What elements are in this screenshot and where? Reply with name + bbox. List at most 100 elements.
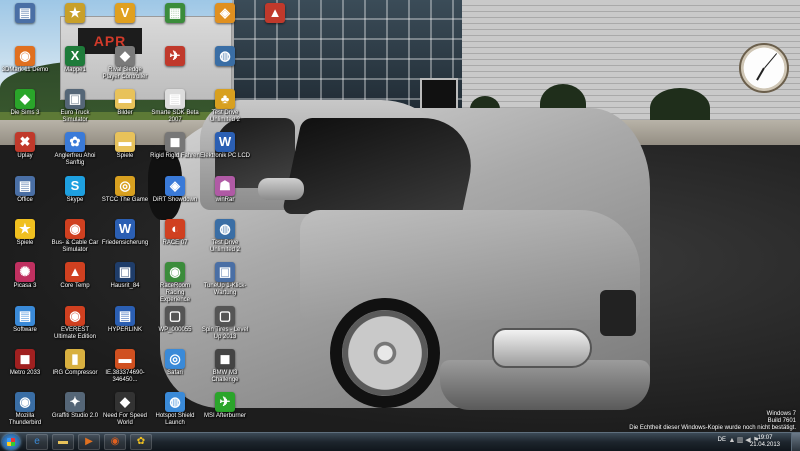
desktop-icon[interactable]: X Mappe1 — [50, 46, 100, 74]
desktop-icon[interactable]: ▣ TuneUp 1-Klick-Wartung — [200, 262, 250, 297]
network-icon[interactable]: ▥ — [736, 437, 744, 445]
desktop-icon[interactable]: ★ — [50, 3, 100, 24]
desktop-icon[interactable]: ▲ Core Temp — [50, 262, 100, 290]
taskbar-firefox-button[interactable]: ◉ — [104, 434, 126, 450]
taskbar: e ▬ ▶ ◉ ✿ DE ▲ ▥ ◀ ⚑ 19:07 21.04.2013 — [0, 432, 800, 451]
desktop-icon[interactable]: ◉ EVEREST Ultimate Edition — [50, 306, 100, 341]
desktop-icon[interactable]: ♣ Test Drive Unlimited 2 — [200, 89, 250, 124]
app-icon: ▬ — [115, 349, 135, 369]
app-icon: W — [215, 132, 235, 152]
desktop-icon[interactable]: ▲ — [250, 3, 300, 24]
desktop-icon[interactable]: ✦ Graffiti Studio 2.0 — [50, 392, 100, 420]
desktop-icon[interactable]: ★ Spiele — [0, 219, 50, 247]
desktop-icon[interactable]: ▤ Smarte SDK Beta 2007 — [150, 89, 200, 124]
desktop-icon[interactable]: ◆ Die Sims 3 — [0, 89, 50, 117]
desktop-icon[interactable]: ◼ BMW M3 Challenge — [200, 349, 250, 384]
desktop-icon-label: Bilder — [117, 110, 133, 116]
desktop-icon[interactable]: ◆ Rival Sledge Player Controller — [100, 46, 150, 81]
desktop-icon[interactable]: ▦ — [150, 3, 200, 24]
app-icon: ◉ — [15, 46, 35, 66]
desktop-icon[interactable]: ◍ Hotspot Shield Launch — [150, 392, 200, 427]
media-player-icon: ▶ — [85, 436, 93, 447]
desktop-icon[interactable]: ◎ STCC The Game — [100, 176, 150, 204]
show-desktop-button[interactable] — [791, 433, 800, 451]
desktop-icon[interactable]: W Friedensicherung — [100, 219, 150, 247]
desktop-icon[interactable]: ◆ Need For Speed World — [100, 392, 150, 427]
desktop-icon[interactable]: ◈ DiRT Showdown — [150, 176, 200, 204]
app-icon: ✿ — [65, 132, 85, 152]
desktop-icon[interactable]: ▬ Spiele — [100, 132, 150, 160]
desktop-icon[interactable]: ◎ Safari — [150, 349, 200, 377]
desktop-icon[interactable]: ▤ HYPERLINK — [100, 306, 150, 334]
desktop-icon-label: TuneUp 1-Klick-Wartung — [203, 283, 247, 296]
app-icon: ◉ — [65, 219, 85, 239]
desktop-icon[interactable]: ▤ Software — [0, 306, 50, 334]
tray-arrow-icon[interactable]: ▲ — [728, 437, 736, 445]
clock-display[interactable]: 19:07 21.04.2013 — [750, 435, 780, 449]
desktop-icon[interactable]: ◐ RACE 07 — [150, 219, 200, 247]
desktop-icon[interactable]: ▣ Euro Truck Simulator — [50, 89, 100, 124]
desktop-icon-label: Elektronik PC LCD — [200, 153, 251, 159]
desktop-icon[interactable]: ✖ Uplay — [0, 132, 50, 160]
app-icon: ◉ — [15, 392, 35, 412]
app-icon: ▦ — [165, 3, 185, 23]
taskbar-time: 19:07 — [757, 435, 773, 441]
desktop-icon[interactable]: S Skype — [50, 176, 100, 204]
desktop-icon-label: RaceRoom Racing Experience — [159, 283, 191, 303]
desktop-icon[interactable]: ✺ Picasa 3 — [0, 262, 50, 290]
desktop-icon[interactable]: ▤ — [0, 3, 50, 24]
desktop-icon[interactable]: ▮ IRG Compressor — [50, 349, 100, 377]
desktop-icon[interactable]: V — [100, 3, 150, 24]
app-icon: ◈ — [165, 176, 185, 196]
desktop-icon-label: EVEREST Ultimate Edition — [53, 327, 97, 340]
app-icon: ✈ — [215, 392, 235, 412]
desktop-icon[interactable]: ◈ — [200, 3, 250, 24]
desktop-icon[interactable]: ☗ winRar — [200, 176, 250, 204]
desktop-icon[interactable]: ▢ Spin Tires - Level Up 2013 — [200, 306, 250, 341]
desktop-icon-label: Metro 2033 — [9, 370, 41, 376]
taskbar-media-player-button[interactable]: ▶ — [78, 434, 100, 450]
app-icon: ◐ — [165, 219, 185, 239]
desktop-icon-label: Spiele — [16, 240, 34, 246]
app-icon: ▤ — [165, 89, 185, 109]
app-icon: ♣ — [215, 89, 235, 109]
desktop-icon[interactable]: ✿ Anglerfreu Ahoi Sanftig — [50, 132, 100, 167]
taskbar-windows-explorer-button[interactable]: ▬ — [52, 434, 74, 450]
desktop-icon[interactable]: ◉ RaceRoom Racing Experience — [150, 262, 200, 304]
desktop-icon[interactable]: ▬ Bilder — [100, 89, 150, 117]
desktop-icon[interactable]: ▤ Office — [0, 176, 50, 204]
desktop-icon[interactable]: ◉ Mozilla Thunderbird — [0, 392, 50, 427]
desktop-icon[interactable]: ✈ MSI Afterburner — [200, 392, 250, 420]
desktop-icon[interactable]: ▬ IE.383374690-346450... — [100, 349, 150, 384]
desktop-icon[interactable]: ◉ Bus- & Cable Car Simulator — [50, 219, 100, 254]
app-icon: ◆ — [15, 89, 35, 109]
taskbar-app-button[interactable]: ✿ — [130, 434, 152, 450]
app-icon: W — [115, 219, 135, 239]
desktop-icon[interactable]: ◼ Rigid Rigid Fahren — [150, 132, 200, 160]
taskbar-internet-explorer-button[interactable]: e — [26, 434, 48, 450]
watermark-line2: Build 7601 — [767, 418, 796, 424]
app-icon: ▣ — [115, 262, 135, 282]
watermark-line3: Die Echtheit dieser Windows-Kopie wurde … — [629, 425, 796, 431]
desktop-icon[interactable]: ◍ Test Drive Unlimited 2 — [200, 219, 250, 254]
app-icon: X — [65, 46, 85, 66]
desktop-icon[interactable]: ◼ Metro 2033 — [0, 349, 50, 377]
language-indicator[interactable]: DE — [718, 437, 726, 443]
desktop-icon[interactable]: ✈ — [150, 46, 200, 67]
desktop-icon[interactable]: ◍ — [200, 46, 250, 67]
desktop-icon[interactable]: ▣ Hausrit_84 — [100, 262, 150, 290]
desktop-icon-label: DiRT Showdown — [152, 197, 198, 203]
desktop-icon[interactable]: ◉ 3DMark 11 Demo — [0, 46, 50, 74]
desktop-icon-label: Anglerfreu Ahoi Sanftig — [54, 153, 96, 166]
app-icon: ◆ — [115, 46, 135, 66]
desktop-icon[interactable]: ▢ WP_000055 — [150, 306, 200, 334]
desktop-icon-label: Rigid Rigid Fahren — [150, 153, 200, 159]
desktop-icon[interactable]: W Elektronik PC LCD — [200, 132, 250, 160]
app-icon: ✺ — [15, 262, 35, 282]
app-icon: ◎ — [165, 349, 185, 369]
app-icon: ★ — [65, 3, 85, 23]
app-icon: ▲ — [65, 262, 85, 282]
start-button[interactable] — [2, 434, 20, 450]
desktop-icon-label: Core Temp — [60, 283, 90, 289]
app-icon: ◍ — [165, 392, 185, 412]
